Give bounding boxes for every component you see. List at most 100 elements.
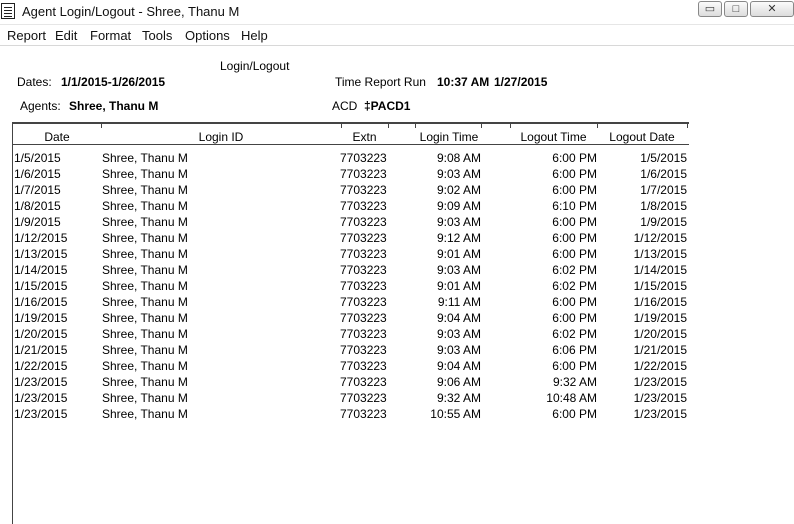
cell-login-time: 9:03 AM (436, 215, 481, 229)
table-row[interactable]: 1/14/2015 Shree, Thanu M 7703223 9:03 AM 6:0… (13, 262, 689, 278)
table-row[interactable]: 1/6/2015 Shree, Thanu M 7703223 9:03 AM 6:00… (13, 166, 689, 182)
cell-login-id: Shree, Thanu M (102, 167, 188, 181)
table-row[interactable]: 1/8/2015 Shree, Thanu M 7703223 9:09 AM 6:10… (13, 198, 689, 214)
cell-logout-time: 9:32 AM (552, 375, 597, 389)
menu-tools[interactable]: Tools (142, 28, 172, 43)
minimize-button[interactable]: ▭ (698, 1, 722, 17)
cell-login-time: 9:03 AM (436, 327, 481, 341)
minimize-icon: ▭ (704, 3, 716, 15)
cell-logout-date: 1/6/2015 (640, 167, 687, 181)
cell-logout-date: 1/5/2015 (640, 151, 687, 165)
cell-logout-date: 1/20/2015 (633, 327, 687, 341)
cell-extn: 7703223 (340, 263, 387, 277)
table-row[interactable]: 1/20/2015 Shree, Thanu M 7703223 9:03 AM 6:0… (13, 326, 689, 342)
cell-login-time: 9:02 AM (436, 183, 481, 197)
menu-report[interactable]: Report (7, 28, 46, 43)
cell-date: 1/21/2015 (14, 343, 68, 357)
window-title: Agent Login/Logout - Shree, Thanu M (22, 4, 240, 19)
menu-options[interactable]: Options (185, 28, 230, 43)
table-row[interactable]: 1/21/2015 Shree, Thanu M 7703223 9:03 AM 6:0… (13, 342, 689, 358)
table-row[interactable]: 1/13/2015 Shree, Thanu M 7703223 9:01 AM 6:0… (13, 246, 689, 262)
column-header-login-id[interactable]: Login ID (101, 130, 341, 144)
table-row[interactable]: 1/22/2015 Shree, Thanu M 7703223 9:04 AM 6:0… (13, 358, 689, 374)
cell-extn: 7703223 (340, 375, 387, 389)
table-row[interactable]: 1/7/2015 Shree, Thanu M 7703223 9:02 AM 6:00… (13, 182, 689, 198)
cell-login-id: Shree, Thanu M (102, 391, 188, 405)
cell-logout-date: 1/7/2015 (640, 183, 687, 197)
acd-label: ACD (332, 99, 358, 113)
cell-extn: 7703223 (340, 247, 387, 261)
cell-login-time: 9:01 AM (436, 279, 481, 293)
cell-date: 1/23/2015 (14, 375, 68, 389)
cell-date: 1/6/2015 (14, 167, 61, 181)
maximize-button[interactable]: □ (724, 1, 748, 17)
table-row[interactable]: 1/23/2015 Shree, Thanu M 7703223 9:32 AM 10:… (13, 390, 689, 406)
close-button[interactable]: ✕ (750, 1, 794, 17)
cell-extn: 7703223 (340, 327, 387, 341)
cell-login-time: 9:03 AM (436, 343, 481, 357)
cell-login-id: Shree, Thanu M (102, 279, 188, 293)
column-header-logout-time[interactable]: Logout Time (510, 130, 597, 144)
cell-date: 1/14/2015 (14, 263, 68, 277)
cell-login-id: Shree, Thanu M (102, 375, 188, 389)
cell-extn: 7703223 (340, 167, 387, 181)
cell-date: 1/12/2015 (14, 231, 68, 245)
cell-login-id: Shree, Thanu M (102, 215, 188, 229)
cell-logout-date: 1/13/2015 (633, 247, 687, 261)
table-row[interactable]: 1/5/2015 Shree, Thanu M 7703223 9:08 AM 6:00… (13, 150, 689, 166)
cell-logout-date: 1/23/2015 (633, 407, 687, 421)
cell-login-time: 9:06 AM (436, 375, 481, 389)
table-row[interactable]: 1/9/2015 Shree, Thanu M 7703223 9:03 AM 6:00… (13, 214, 689, 230)
cell-date: 1/19/2015 (14, 311, 68, 325)
cell-date: 1/16/2015 (14, 295, 68, 309)
table-row[interactable]: 1/15/2015 Shree, Thanu M 7703223 9:01 AM 6:0… (13, 278, 689, 294)
agents-value: Shree, Thanu M (69, 99, 159, 113)
cell-login-id: Shree, Thanu M (102, 263, 188, 277)
close-icon: ✕ (767, 3, 777, 15)
cell-date: 1/23/2015 (14, 391, 68, 405)
menu-edit[interactable]: Edit (55, 28, 77, 43)
cell-logout-time: 6:00 PM (552, 231, 597, 245)
cell-login-time: 9:04 AM (436, 311, 481, 325)
cell-login-id: Shree, Thanu M (102, 359, 188, 373)
cell-login-time: 9:12 AM (436, 231, 481, 245)
report-app-icon[interactable] (1, 3, 15, 19)
cell-extn: 7703223 (340, 279, 387, 293)
table-row[interactable]: 1/16/2015 Shree, Thanu M 7703223 9:11 AM 6:0… (13, 294, 689, 310)
cell-date: 1/15/2015 (14, 279, 68, 293)
cell-logout-time: 6:06 PM (552, 343, 597, 357)
cell-extn: 7703223 (340, 407, 387, 421)
table-header: Date Login ID Extn Login Time Logout Tim… (13, 124, 689, 145)
cell-extn: 7703223 (340, 311, 387, 325)
table-row[interactable]: 1/23/2015 Shree, Thanu M 7703223 9:06 AM 9:3… (13, 374, 689, 390)
cell-date: 1/8/2015 (14, 199, 61, 213)
cell-login-id: Shree, Thanu M (102, 247, 188, 261)
cell-logout-time: 6:00 PM (552, 407, 597, 421)
cell-date: 1/7/2015 (14, 183, 61, 197)
cell-login-id: Shree, Thanu M (102, 183, 188, 197)
cell-login-id: Shree, Thanu M (102, 311, 188, 325)
menu-format[interactable]: Format (90, 28, 131, 43)
table-row[interactable]: 1/23/2015 Shree, Thanu M 7703223 10:55 AM 6:… (13, 406, 689, 422)
column-header-extn[interactable]: Extn (341, 130, 388, 144)
cell-login-time: 9:08 AM (436, 151, 481, 165)
column-header-logout-date[interactable]: Logout Date (597, 130, 687, 144)
cell-login-id: Shree, Thanu M (102, 231, 188, 245)
cell-logout-time: 6:00 PM (552, 311, 597, 325)
cell-login-id: Shree, Thanu M (102, 407, 188, 421)
cell-logout-time: 6:00 PM (552, 183, 597, 197)
cell-logout-date: 1/19/2015 (633, 311, 687, 325)
table-row[interactable]: 1/19/2015 Shree, Thanu M 7703223 9:04 AM 6:0… (13, 310, 689, 326)
table-row[interactable]: 1/12/2015 Shree, Thanu M 7703223 9:12 AM 6:0… (13, 230, 689, 246)
cell-login-time: 9:11 AM (437, 295, 481, 309)
cell-date: 1/23/2015 (14, 407, 68, 421)
cell-logout-date: 1/9/2015 (640, 215, 687, 229)
cell-extn: 7703223 (340, 231, 387, 245)
cell-date: 1/22/2015 (14, 359, 68, 373)
column-header-login-time[interactable]: Login Time (388, 130, 510, 144)
cell-logout-time: 10:48 AM (546, 391, 597, 405)
column-header-date[interactable]: Date (13, 130, 101, 144)
menu-help[interactable]: Help (241, 28, 268, 43)
cell-logout-time: 6:00 PM (552, 167, 597, 181)
cell-login-id: Shree, Thanu M (102, 295, 188, 309)
